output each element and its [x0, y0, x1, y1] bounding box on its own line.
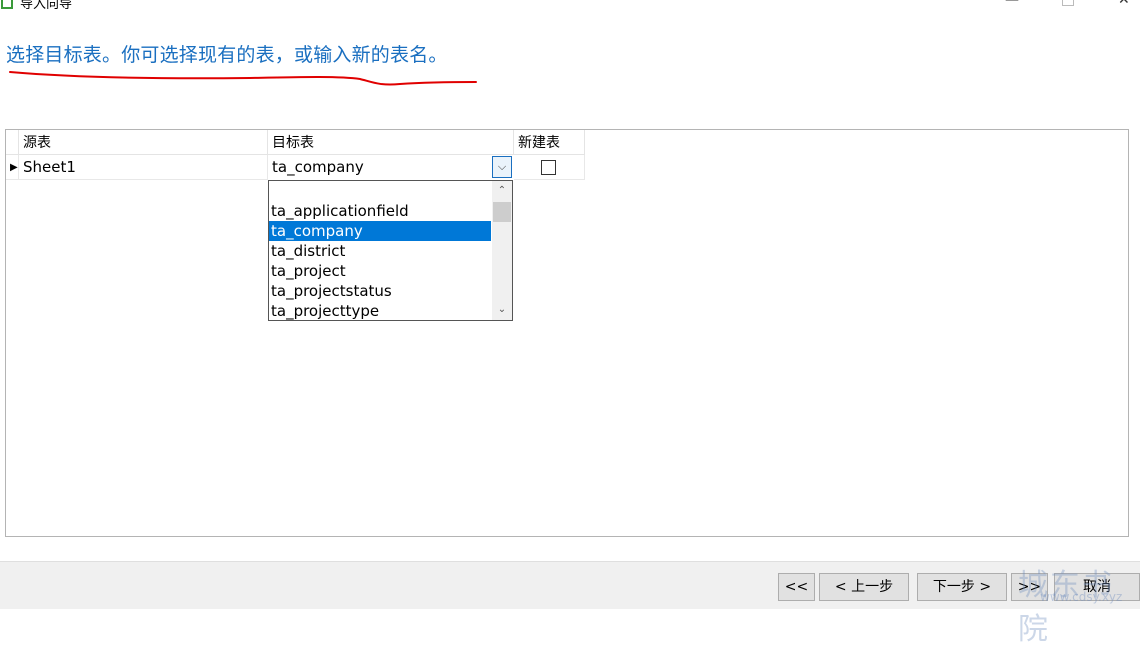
- mapping-grid: 源表 目标表 新建表 ▶ Sheet1 ta_company ⌵ ta_appl…: [5, 129, 1129, 537]
- dropdown-item[interactable]: [269, 181, 491, 201]
- target-table-combobox[interactable]: ta_company: [268, 155, 514, 180]
- import-wizard-icon: [1, 0, 13, 9]
- dropdown-item[interactable]: ta_applicationfield: [269, 201, 491, 221]
- column-header-new-table[interactable]: 新建表: [514, 130, 585, 155]
- target-table-dropdown-list[interactable]: ta_applicationfield ta_company ta_distri…: [268, 180, 513, 321]
- window-title: 导入向导: [20, 0, 73, 12]
- chevron-down-icon[interactable]: ⌵: [492, 156, 512, 178]
- watermark-url: www.cdsy.xyz: [1040, 590, 1123, 604]
- instruction-text: 选择目标表。你可选择现有的表，或输入新的表名。: [6, 44, 448, 66]
- dropdown-scrollbar[interactable]: ⌃ ⌄: [492, 181, 512, 320]
- first-step-button[interactable]: <<: [778, 573, 815, 601]
- source-table-cell[interactable]: Sheet1: [19, 155, 268, 180]
- column-header-target[interactable]: 目标表: [268, 130, 514, 155]
- previous-step-button[interactable]: < 上一步: [819, 573, 909, 601]
- next-step-button[interactable]: 下一步 >: [917, 573, 1007, 601]
- dropdown-item[interactable]: ta_projectstatus: [269, 281, 491, 301]
- current-row-indicator-icon: ▶: [6, 155, 19, 180]
- target-table-value: ta_company: [272, 158, 364, 176]
- minimize-button[interactable]: —: [1005, 0, 1019, 8]
- scrollbar-thumb[interactable]: [493, 202, 511, 222]
- scroll-down-icon[interactable]: ⌄: [492, 300, 512, 320]
- maximize-button[interactable]: [1062, 0, 1074, 6]
- wizard-button-bar: << < 上一步 下一步 > >> 取消: [0, 561, 1140, 609]
- new-table-checkbox[interactable]: [541, 160, 556, 175]
- dropdown-item[interactable]: ta_district: [269, 241, 491, 261]
- watermark-text: 城东书院: [1018, 568, 1114, 647]
- table-row[interactable]: ▶ Sheet1 ta_company ⌵: [6, 155, 586, 180]
- dropdown-item-selected[interactable]: ta_company: [269, 221, 491, 241]
- row-selector-header: [6, 130, 19, 155]
- close-button[interactable]: ✕: [1118, 0, 1130, 8]
- column-header-source[interactable]: 源表: [19, 130, 268, 155]
- title-bar: 导入向导 — ✕: [0, 0, 1140, 14]
- red-underline-annotation: [9, 71, 477, 86]
- dropdown-item[interactable]: ta_project: [269, 261, 491, 281]
- dropdown-item[interactable]: ta_projecttype: [269, 301, 491, 320]
- scroll-up-icon[interactable]: ⌃: [492, 181, 512, 201]
